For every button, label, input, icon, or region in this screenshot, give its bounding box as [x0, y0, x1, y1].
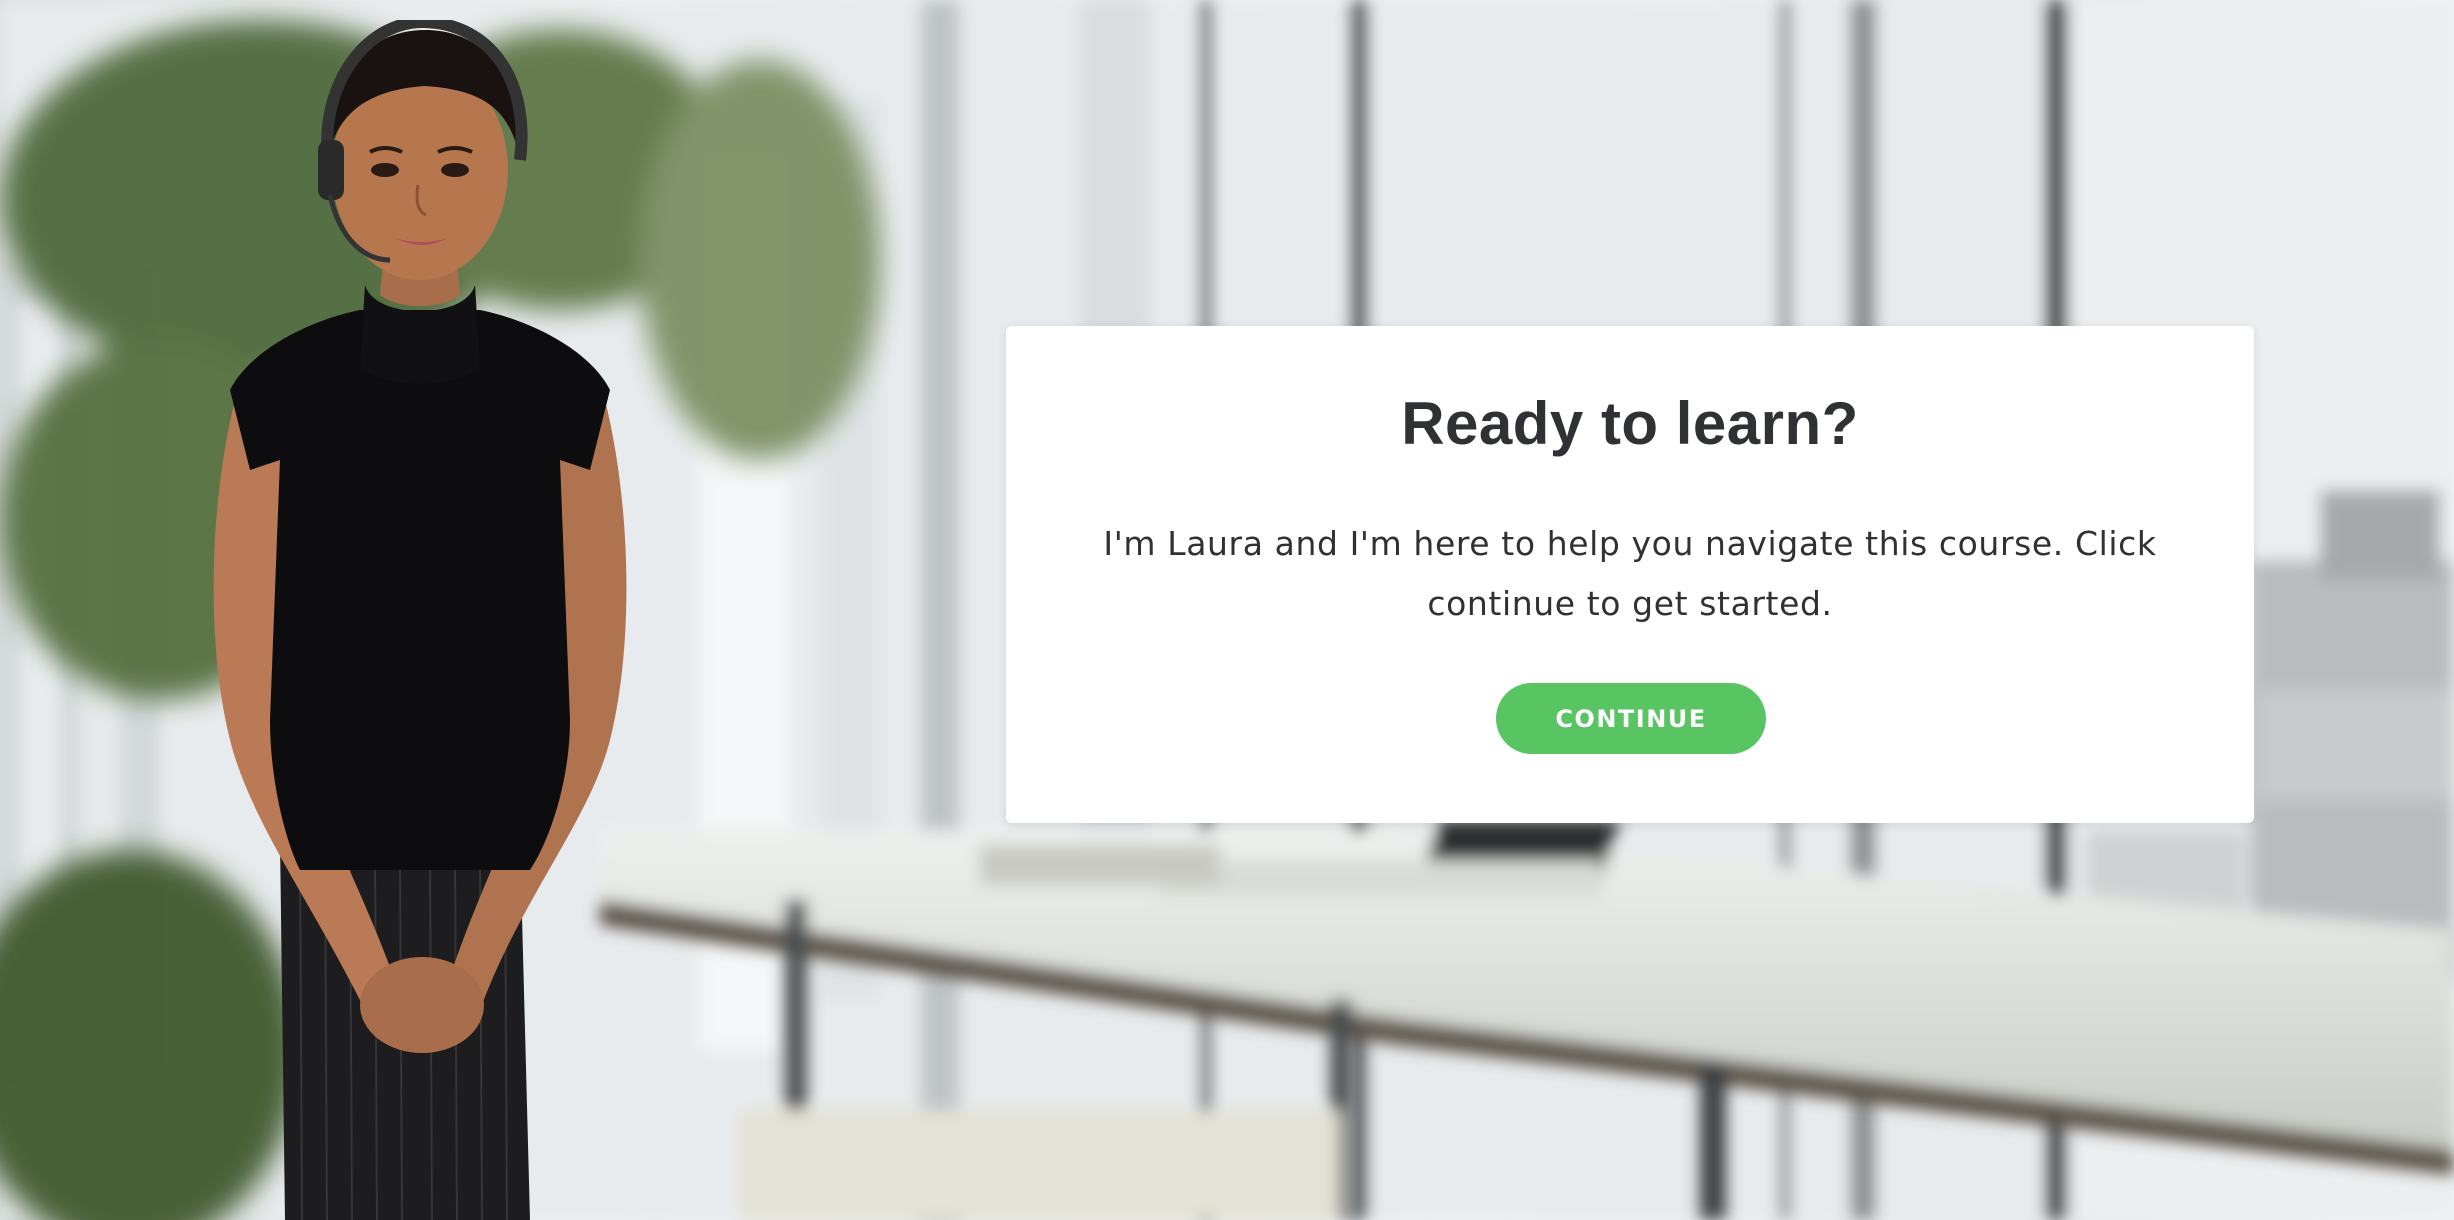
dialog-message: I'm Laura and I'm here to help you navig… [1103, 524, 2157, 623]
presenter-figure [213, 20, 627, 1220]
presenter-avatar-icon [190, 20, 710, 1220]
continue-button[interactable]: CONTINUE [1496, 683, 1766, 754]
welcome-dialog: Ready to learn? I'm Laura and I'm here t… [1006, 326, 2254, 823]
dialog-title: Ready to learn? [1401, 390, 1859, 457]
course-start-screen: Ready to learn? I'm Laura and I'm here t… [0, 0, 2454, 1220]
